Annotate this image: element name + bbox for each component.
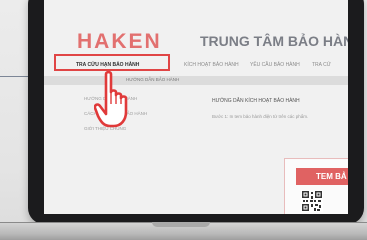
nav-highlight-box [54,54,170,71]
warranty-stamp-title: TEM BẢ [316,172,347,181]
hand-pointer-icon [94,70,128,128]
content-text: Bước 1: In tem bảo hành điện tử trên các… [212,114,309,119]
brand-logo[interactable]: HAKEN [77,30,162,54]
nav-item-kich-hoat-bao-hanh[interactable]: KÍCH HOẠT BẢO HÀNH [184,62,239,68]
laptop-screen: HAKEN TRUNG TÂM BẢO HÀNH TRA CỨU HẠN BẢO… [44,0,348,214]
nav-item-tra-cuu[interactable]: TRA CỨ [312,62,331,68]
content-title: HƯỚNG DẪN KÍCH HOẠT BẢO HÀNH [212,98,300,104]
qr-code-icon [301,190,323,212]
page-title: TRUNG TÂM BẢO HÀNH [200,33,348,49]
laptop-notch [152,222,210,227]
breadcrumb-band [44,76,348,85]
screenshot-stage: HAKEN TRUNG TÂM BẢO HÀNH TRA CỨU HẠN BẢO… [0,0,367,240]
nav-item-yeu-cau-bao-hanh[interactable]: YÊU CẦU BẢO HÀNH [250,62,300,68]
